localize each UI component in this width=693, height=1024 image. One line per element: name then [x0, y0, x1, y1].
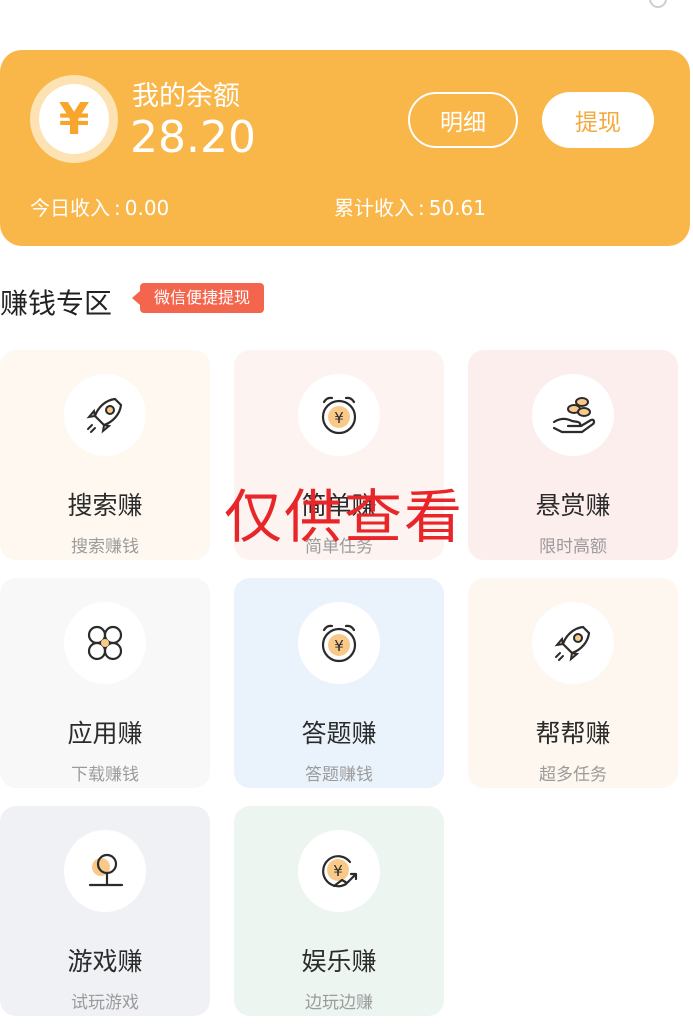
total-income-value: 50.61	[428, 196, 487, 220]
withdraw-button[interactable]: 提现	[542, 92, 654, 148]
coin-trend-icon: ¥	[298, 830, 380, 912]
card-subtitle: 超多任务	[539, 765, 607, 785]
alarm-coin-icon: ¥	[298, 602, 380, 684]
svg-text:¥: ¥	[333, 862, 343, 880]
total-income: 累计收入:50.61	[334, 196, 487, 220]
svg-text:¥: ¥	[334, 637, 344, 655]
card-title: 娱乐赚	[301, 947, 377, 976]
card-game[interactable]: 游戏赚 试玩游戏	[0, 806, 210, 1016]
yen-icon: ¥	[30, 75, 118, 163]
today-income: 今日收入:0.00	[30, 196, 170, 220]
card-subtitle: 下载赚钱	[71, 765, 139, 785]
card-search[interactable]: 搜索赚 搜索赚钱	[0, 350, 210, 560]
rocket-icon	[64, 374, 146, 456]
card-subtitle: 限时高额	[539, 537, 607, 557]
card-subtitle: 边玩边赚	[305, 993, 373, 1013]
hand-coins-icon	[532, 374, 614, 456]
card-subtitle: 试玩游戏	[71, 993, 139, 1013]
card-entertainment[interactable]: ¥ 娱乐赚 边玩边赚	[234, 806, 444, 1016]
card-title: 应用赚	[67, 719, 143, 748]
card-title: 游戏赚	[67, 947, 143, 976]
today-income-label: 今日收入	[30, 196, 110, 220]
watermark: 仅供查看	[224, 483, 465, 551]
alarm-coin-icon: ¥	[298, 374, 380, 456]
card-reward[interactable]: 悬赏赚 限时高额	[468, 350, 678, 560]
joystick-icon	[64, 830, 146, 912]
card-help[interactable]: 帮帮赚 超多任务	[468, 578, 678, 788]
card-subtitle: 搜索赚钱	[71, 537, 139, 557]
balance-amount: 28.20	[130, 112, 256, 163]
rocket-icon	[532, 602, 614, 684]
card-title: 悬赏赚	[535, 491, 611, 520]
today-income-value: 0.00	[124, 196, 170, 220]
card-title: 答题赚	[301, 719, 377, 748]
total-income-label: 累计收入	[334, 196, 414, 220]
card-apps[interactable]: 应用赚 下载赚钱	[0, 578, 210, 788]
section-title: 赚钱专区	[0, 287, 113, 320]
card-subtitle: 答题赚钱	[305, 765, 373, 785]
balance-label: 我的余额	[132, 81, 240, 112]
svg-text:¥: ¥	[334, 409, 344, 427]
card-title: 帮帮赚	[535, 719, 611, 748]
card-title: 搜索赚	[67, 491, 143, 520]
status-icon	[649, 0, 667, 8]
balance-card: ¥ 我的余额 28.20 明细 提现 今日收入:0.00 累计收入:50.61	[0, 50, 690, 246]
card-quiz[interactable]: ¥ 答题赚 答题赚钱	[234, 578, 444, 788]
yen-symbol: ¥	[39, 84, 109, 154]
detail-button[interactable]: 明细	[408, 92, 518, 148]
apps-icon	[64, 602, 146, 684]
wechat-withdraw-tag[interactable]: 微信便捷提现	[131, 283, 265, 313]
